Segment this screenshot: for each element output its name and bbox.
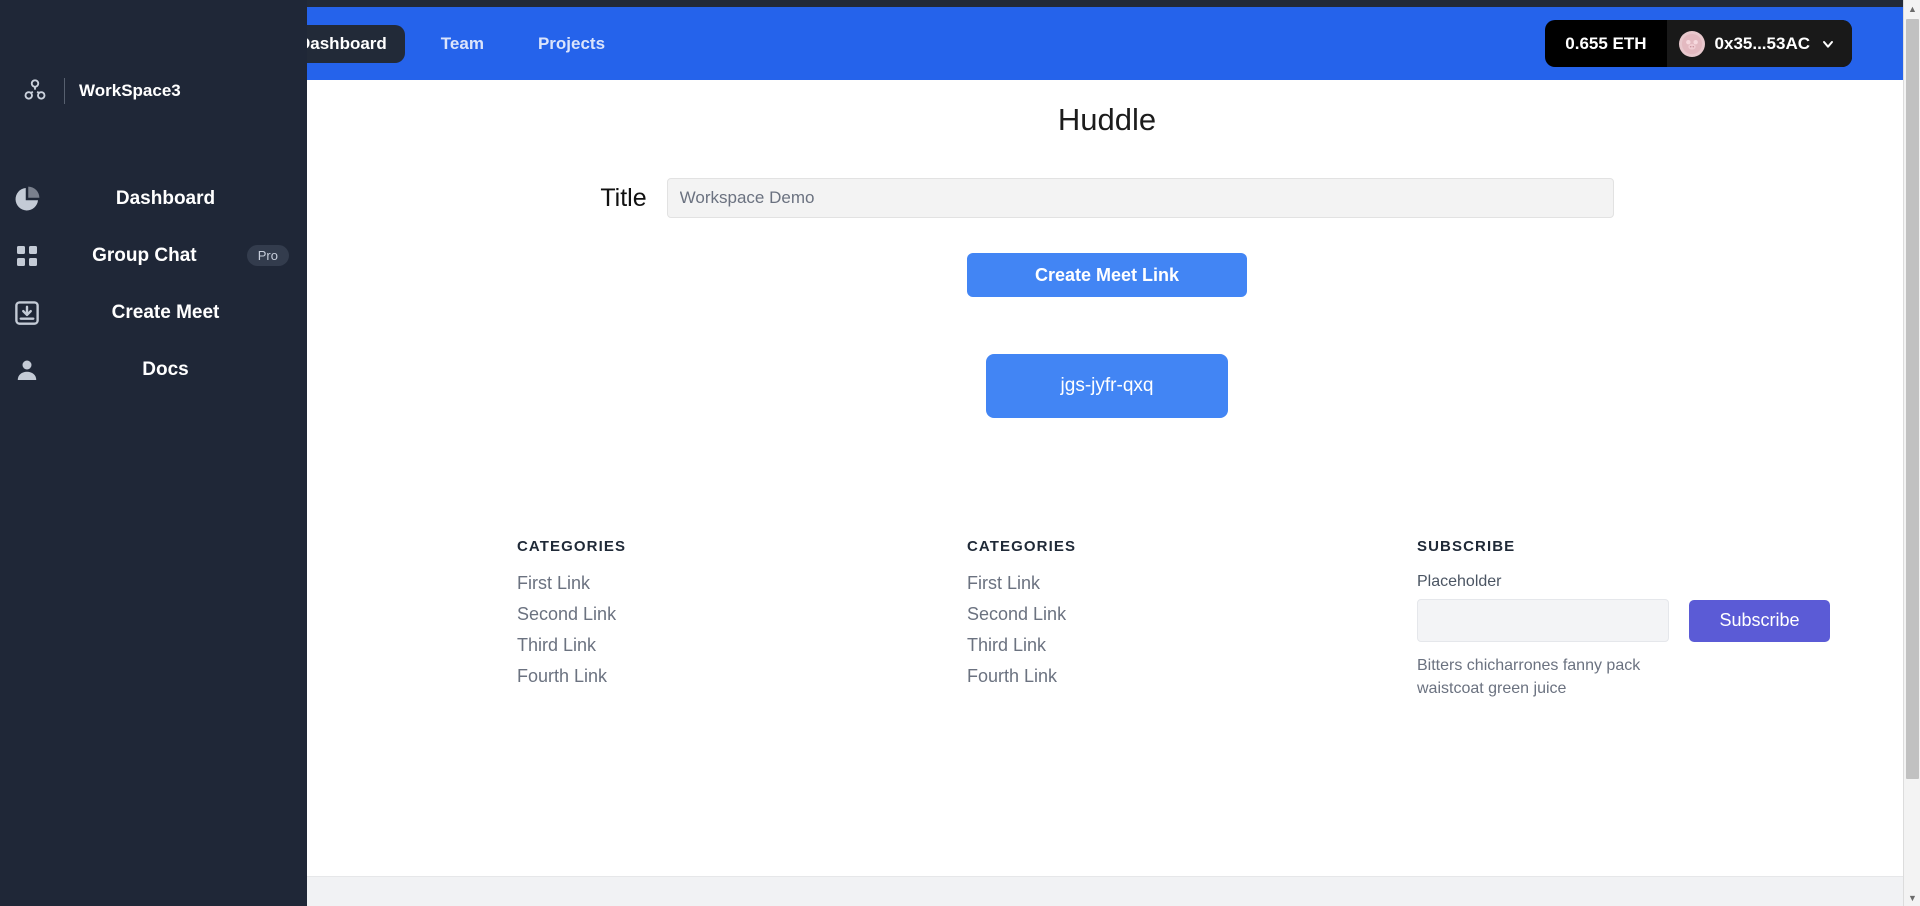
main-content: Huddle Title Create Meet Link jgs-jyfr-q… (307, 80, 1907, 906)
meet-link-code-chip[interactable]: jgs-jyfr-qxq (986, 354, 1228, 418)
workspace-divider (64, 78, 65, 104)
users-group-icon (24, 79, 46, 100)
wallet-address: 0x35...53AC (1714, 33, 1810, 53)
workspace-selector[interactable]: WorkSpace3 (0, 76, 307, 106)
sidebar-item-group-chat[interactable]: Group Chat Pro (0, 227, 307, 284)
pro-badge: Pro (246, 245, 289, 266)
sidebar-item-create-meet[interactable]: Create Meet (0, 284, 307, 341)
footer-column-categories-2: CATEGORIES First Link Second Link Third … (967, 538, 1417, 700)
sidebar-item-create-meet-label: Create Meet (111, 301, 220, 323)
footer-heading: CATEGORIES (517, 538, 627, 555)
nav-tab-team[interactable]: Team (423, 25, 502, 63)
app-root: Dashboard Team Projects 0.655 ETH 0x35..… (0, 0, 1920, 906)
subscribe-field-label: Placeholder (1417, 573, 1502, 590)
user-person-icon (17, 360, 37, 380)
wallet-account-button[interactable]: 0x35...53AC (1666, 20, 1852, 67)
vertical-scrollbar[interactable]: ▲ ▼ (1903, 0, 1920, 906)
footer-link[interactable]: Third Link (967, 635, 1417, 656)
chevron-down-icon (1823, 40, 1833, 48)
pig-avatar-icon (1678, 30, 1705, 57)
footer-link[interactable]: First Link (517, 573, 967, 594)
nav-tab-projects[interactable]: Projects (520, 25, 623, 63)
sidebar: WorkSpace3 Dashboard Group Chat Pro Crea… (0, 0, 307, 906)
grid-squares-icon (17, 245, 37, 266)
footer-column-categories-1: CATEGORIES First Link Second Link Third … (517, 538, 967, 700)
title-field-row: Title (307, 178, 1907, 218)
footer-link[interactable]: Third Link (517, 635, 967, 656)
workspace-name: WorkSpace3 (79, 81, 181, 100)
navbar-tabs: Dashboard Team Projects (280, 24, 641, 63)
footer-link[interactable]: Fourth Link (967, 666, 1417, 687)
sidebar-item-docs-label: Docs (142, 358, 189, 380)
subscribe-button[interactable]: Subscribe (1689, 599, 1830, 642)
wallet-balance: 0.655 ETH (1565, 34, 1647, 53)
create-meet-link-button[interactable]: Create Meet Link (967, 253, 1247, 297)
title-input[interactable] (666, 178, 1614, 218)
subscribe-email-input[interactable] (1417, 599, 1669, 642)
pie-chart-icon (15, 186, 40, 210)
bottom-status-band (307, 876, 1907, 906)
footer-link[interactable]: Second Link (517, 604, 967, 625)
subscribe-row: Subscribe (1417, 599, 1877, 642)
subscribe-note: Bitters chicharrones fanny pack waistcoa… (1417, 657, 1641, 698)
footer-link[interactable]: First Link (967, 573, 1417, 594)
sidebar-item-dashboard-label: Dashboard (115, 187, 216, 209)
footer-link[interactable]: Fourth Link (517, 666, 967, 687)
sidebar-item-docs[interactable]: Docs (0, 341, 307, 398)
create-meet-link-row: Create Meet Link (307, 253, 1907, 297)
subscribe-heading: SUBSCRIBE (1417, 538, 1516, 555)
nav-tab-projects-label: Projects (537, 33, 606, 53)
scroll-down-arrow-icon[interactable]: ▼ (1904, 889, 1920, 906)
sidebar-item-dashboard[interactable]: Dashboard (0, 170, 307, 227)
footer-column-subscribe: SUBSCRIBE Placeholder Subscribe Bitters … (1417, 538, 1877, 700)
page-title: Huddle (1057, 102, 1157, 137)
scroll-up-arrow-icon[interactable]: ▲ (1904, 0, 1920, 17)
scrollbar-thumb[interactable] (1906, 19, 1919, 779)
title-field-label: Title (600, 183, 647, 212)
sidebar-item-group-chat-label: Group Chat (92, 244, 197, 266)
page-footer: CATEGORIES First Link Second Link Third … (307, 538, 1907, 700)
footer-link[interactable]: Second Link (967, 604, 1417, 625)
footer-heading: CATEGORIES (967, 538, 1077, 555)
nav-tab-team-label: Team (440, 33, 484, 53)
wallet-widget[interactable]: 0.655 ETH 0x35...53AC (1545, 20, 1852, 67)
sidebar-nav-list: Dashboard Group Chat Pro Create Meet Doc… (0, 170, 307, 398)
meet-link-row: jgs-jyfr-qxq (307, 354, 1907, 418)
inbox-download-icon (15, 300, 39, 325)
nav-tab-dashboard-label: Dashboard (298, 33, 387, 53)
